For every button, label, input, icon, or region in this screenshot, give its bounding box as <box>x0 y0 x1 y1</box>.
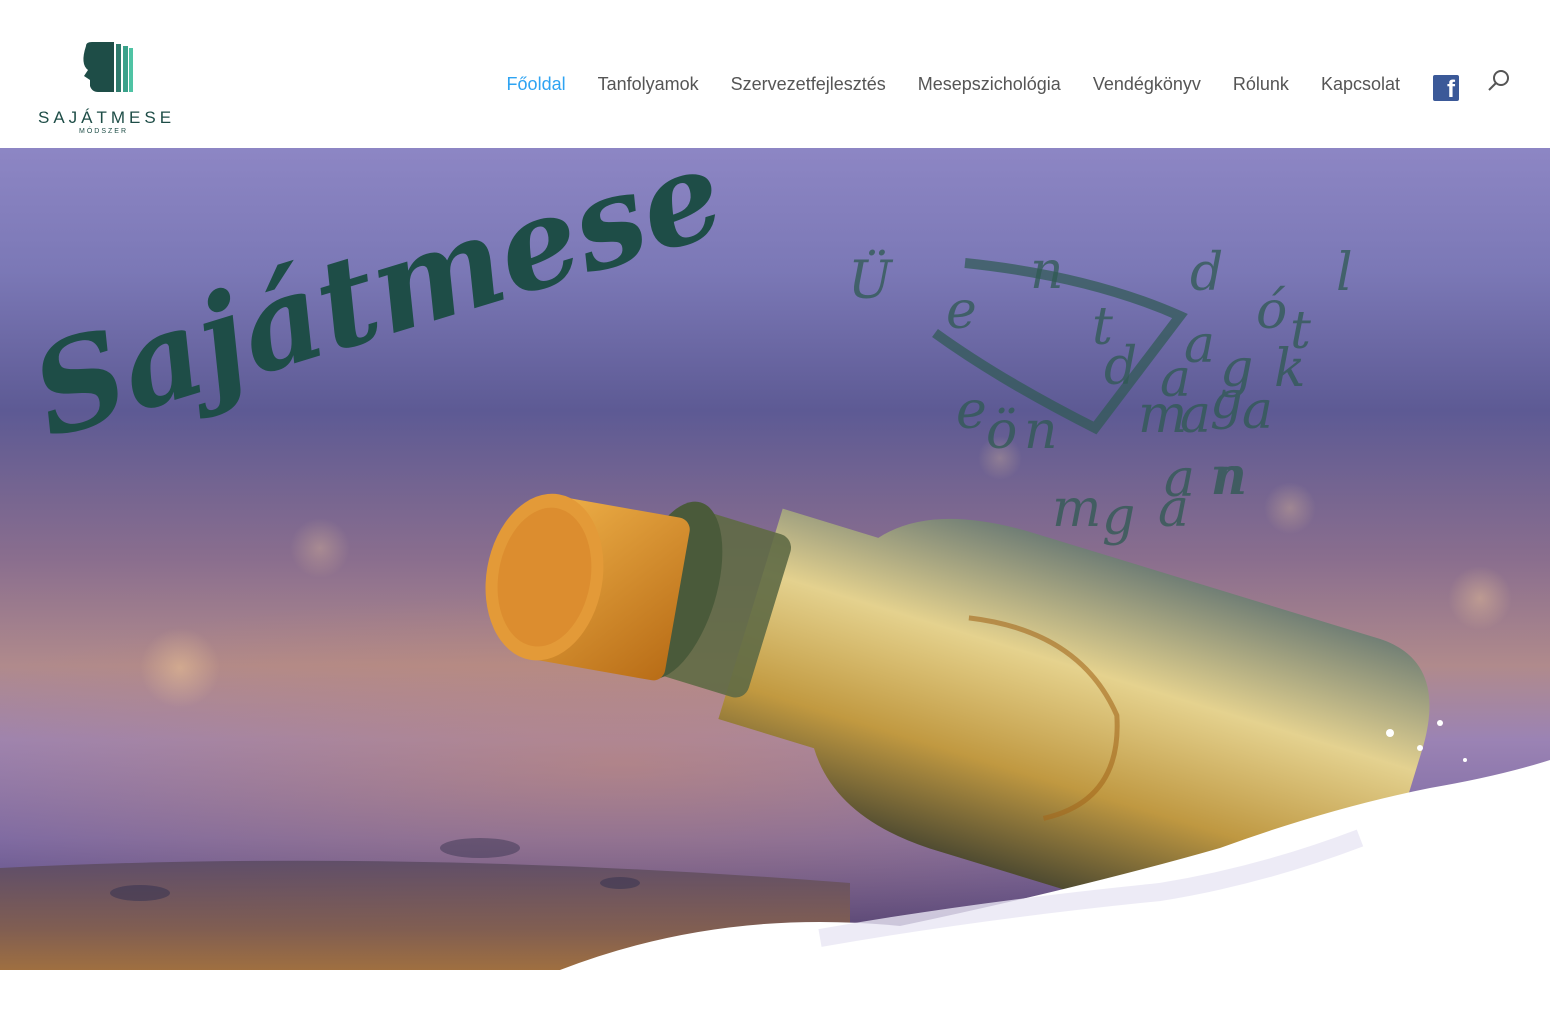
nav-item-vendegkonyv[interactable]: Vendégkönyv <box>1093 74 1201 95</box>
hero-banner: Sajátmese Ü n d l e t ó t a d a g k e ö … <box>0 148 1550 970</box>
scatter-letter: g <box>1102 487 1135 547</box>
scatter-letter: m <box>1052 479 1101 539</box>
scatter-letter: n <box>1214 447 1248 507</box>
scatter-letter: a <box>1242 381 1273 441</box>
scatter-letter: a <box>1158 479 1189 539</box>
logo-subtitle: MÓDSZER <box>79 128 128 135</box>
nav-item-szervezetfejlesztes[interactable]: Szervezetfejlesztés <box>731 74 886 95</box>
scatter-letter: ó <box>1256 281 1287 341</box>
nav-item-tanfolyamok[interactable]: Tanfolyamok <box>598 74 699 95</box>
scatter-letter: n <box>1030 241 1064 301</box>
search-icon[interactable] <box>1486 68 1512 94</box>
logo-name: SAJÁTMESE <box>38 108 176 127</box>
scatter-letter: g <box>1210 371 1243 431</box>
scatter-letter: l <box>1336 243 1353 303</box>
site-header: SAJÁTMESE MÓDSZER Főoldal Tanfolyamok Sz… <box>0 0 1550 148</box>
facebook-icon[interactable]: f <box>1433 75 1459 103</box>
page-bottom-band <box>0 970 1550 1033</box>
scatter-letter: Ü <box>848 250 894 311</box>
nav-item-kapcsolat[interactable]: Kapcsolat <box>1321 74 1400 95</box>
scatter-letter: e <box>956 381 987 441</box>
site-logo[interactable]: SAJÁTMESE MÓDSZER <box>36 40 176 140</box>
scatter-letter: e <box>946 281 977 341</box>
scatter-letter: d <box>1190 243 1223 303</box>
nav-item-rolunk[interactable]: Rólunk <box>1233 74 1289 95</box>
scatter-letter: ö <box>986 401 1017 461</box>
scatter-letter: a <box>1180 385 1211 445</box>
main-nav: Főoldal Tanfolyamok Szervezetfejlesztés … <box>507 74 1400 95</box>
hero-scattered-letters: Ü n d l e t ó t a d a g k e ö n m a g a … <box>848 241 1353 547</box>
book-head-logo-icon <box>83 42 133 92</box>
scatter-letter: n <box>1024 401 1058 461</box>
scatter-letter: d <box>1104 337 1137 397</box>
nav-item-fooldal[interactable]: Főoldal <box>507 74 566 95</box>
nav-item-mesepszichologia[interactable]: Mesepszichológia <box>918 74 1061 95</box>
scatter-letter: k <box>1274 339 1306 399</box>
